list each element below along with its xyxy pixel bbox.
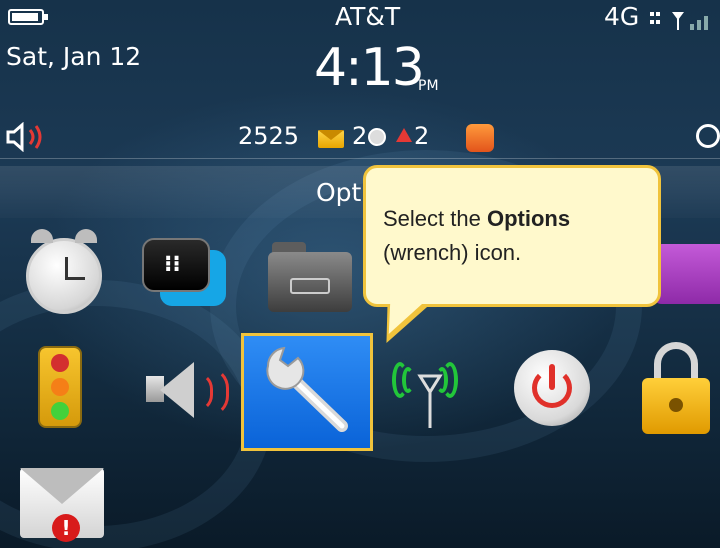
search-icon[interactable]: [696, 124, 720, 148]
clock-time: 4:13: [314, 38, 425, 98]
bbm-count: 2: [352, 122, 368, 150]
clock-ampm: PM: [418, 78, 439, 94]
messages-alert-icon[interactable]: !: [20, 468, 104, 542]
notification-bar: 2525 2 2: [0, 116, 720, 160]
blackberry-messenger-icon[interactable]: ⁝⁝: [142, 238, 226, 314]
signal-strength-icon: [650, 12, 708, 30]
home-screen: Sat, Jan 12 AT&T 4:13 PM 4G 2525 2 2 Opt…: [0, 0, 720, 548]
traffic-light-icon[interactable]: [38, 346, 82, 428]
callout-text-before: Select the: [383, 206, 487, 231]
social-feeds-icon[interactable]: [466, 124, 494, 152]
messages-envelope-icon[interactable]: [318, 130, 344, 148]
wrench-icon: [266, 346, 348, 432]
alert-count: 2: [414, 122, 430, 150]
divider: [0, 158, 720, 159]
callout-text: Select the Options (wrench) icon.: [383, 202, 653, 270]
folder-title: Opt: [316, 178, 362, 207]
network-type: 4G: [604, 2, 640, 31]
callout-text-bold: Options: [486, 206, 571, 231]
options-wrench-icon[interactable]: [241, 333, 373, 451]
power-icon[interactable]: [514, 350, 590, 426]
alert-icon[interactable]: [396, 128, 412, 142]
message-count: 2525: [238, 122, 300, 150]
lock-icon[interactable]: [642, 342, 710, 434]
folder-icon[interactable]: [268, 242, 352, 312]
games-icon[interactable]: [652, 244, 720, 304]
sound-icon[interactable]: [146, 362, 230, 418]
date-label: Sat, Jan 12: [6, 42, 142, 71]
bbm-notification-icon[interactable]: [368, 128, 386, 146]
speaker-mute-icon[interactable]: [4, 122, 48, 152]
carrier-label: AT&T: [335, 2, 401, 31]
alarm-clock-icon[interactable]: [26, 229, 102, 314]
callout-text-after: (wrench) icon.: [383, 240, 522, 265]
manage-connections-icon[interactable]: [388, 356, 472, 432]
battery-icon: [8, 9, 48, 25]
